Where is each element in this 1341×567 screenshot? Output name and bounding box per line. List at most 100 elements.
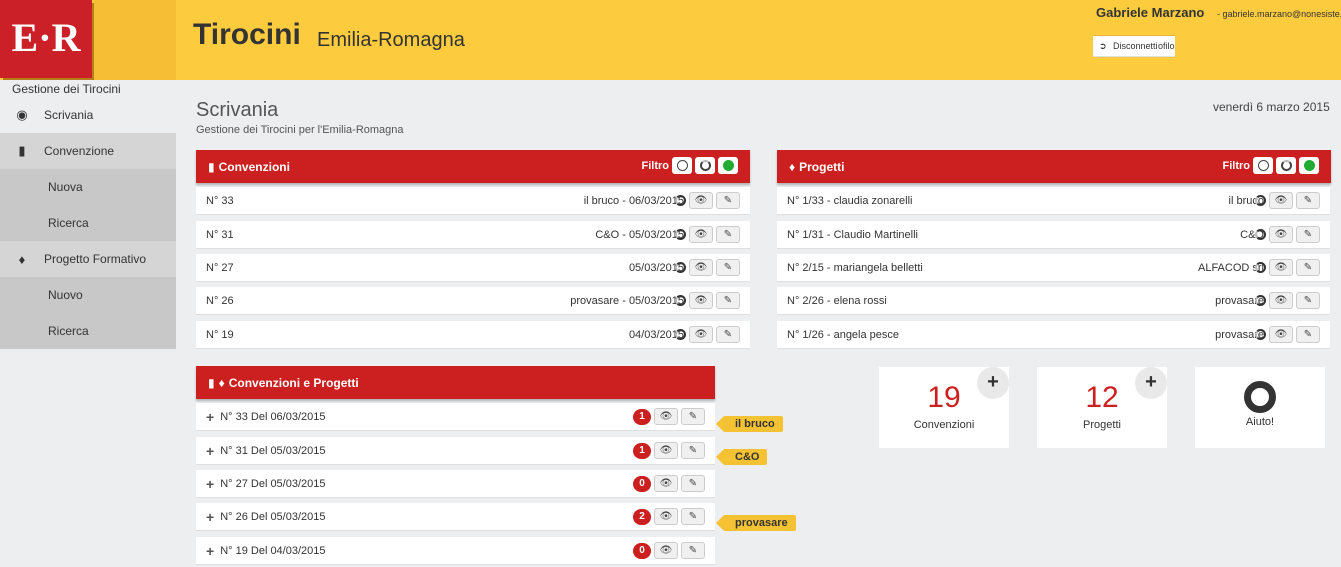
view-button[interactable]: 👁	[689, 292, 713, 309]
view-button[interactable]: 👁	[689, 226, 713, 243]
sidebar-item-scrivania[interactable]: ◉ Scrivania	[0, 97, 176, 133]
view-button[interactable]: 👁	[654, 542, 678, 559]
view-button[interactable]: 👁	[654, 408, 678, 425]
help-tile[interactable]: Aiuto!	[1195, 367, 1325, 448]
filter-clock-button[interactable]	[1253, 157, 1273, 174]
app-title: Tirocini	[193, 18, 301, 51]
sidebar-item-convenzione-nuova[interactable]: Nuova	[0, 169, 176, 205]
progress-icon	[699, 160, 711, 171]
convenzione-row: N° 33 il bruco - 06/03/2015 👁 ✎	[196, 187, 750, 215]
panel-title: Progetti	[799, 159, 845, 174]
sidebar-item-progetto-formativo[interactable]: ♦ Progetto Formativo	[0, 241, 176, 277]
sidebar-item-progetto-nuovo[interactable]: Nuovo	[0, 277, 176, 313]
view-button[interactable]: 👁	[1269, 326, 1293, 343]
status-ring-icon	[1255, 195, 1266, 206]
filter-active-button[interactable]	[718, 157, 738, 174]
filter-label: Filtro	[1222, 159, 1251, 172]
sidebar-title: Gestione dei Tirocini	[12, 82, 121, 96]
convenzione-row: N° 31 C&O - 05/03/2015 👁 ✎	[196, 221, 750, 249]
sidebar-item-label: Progetto Formativo	[44, 252, 147, 266]
view-button[interactable]: 👁	[1269, 259, 1293, 276]
filter-active-button[interactable]	[1299, 157, 1319, 174]
edit-button[interactable]: ✎	[1296, 292, 1320, 309]
edit-button[interactable]: ✎	[716, 259, 740, 276]
page-subtitle: Gestione dei Tirocini per l'Emilia-Romag…	[196, 124, 404, 136]
conv-prog-row[interactable]: + N° 33 Del 06/03/2015 1 👁 ✎	[196, 403, 715, 431]
convenzioni-tile[interactable]: 19 Convenzioni +	[879, 367, 1009, 448]
conv-prog-row[interactable]: + N° 26 Del 05/03/2015 2 👁 ✎	[196, 503, 715, 531]
status-ring-icon	[1255, 295, 1266, 306]
expand-plus-icon[interactable]: +	[206, 509, 214, 525]
progetto-row: N° 2/26 - elena rossi provasare 👁 ✎	[777, 287, 1330, 315]
progetto-number: N° 1/26 - angela pesce	[787, 328, 900, 341]
edit-button[interactable]: ✎	[1296, 259, 1320, 276]
add-progetto-button[interactable]: +	[1135, 367, 1167, 399]
expand-plus-icon[interactable]: +	[206, 443, 214, 459]
page-title: Scrivania	[196, 99, 279, 121]
conv-prog-row[interactable]: + N° 19 Del 04/03/2015 0 👁 ✎	[196, 537, 715, 565]
conv-prog-row[interactable]: + N° 27 Del 05/03/2015 0 👁 ✎	[196, 470, 715, 498]
edit-button[interactable]: ✎	[1296, 326, 1320, 343]
cubes-icon: ♦	[18, 251, 26, 267]
edit-button[interactable]: ✎	[716, 326, 740, 343]
sidebar-item-progetto-ricerca[interactable]: Ricerca	[0, 313, 176, 349]
count-badge: 0	[633, 542, 651, 559]
sidebar-item-convenzione[interactable]: ▮ Convenzione	[0, 133, 176, 169]
sidebar-item-label: Ricerca	[48, 324, 89, 338]
status-ring-icon	[1255, 229, 1266, 240]
progetto-row: N° 1/33 - claudia zonarelli il bruco 👁 ✎	[777, 187, 1330, 215]
edit-button[interactable]: ✎	[716, 192, 740, 209]
progetti-tile[interactable]: 12 Progetti +	[1037, 367, 1167, 448]
view-button[interactable]: 👁	[1269, 226, 1293, 243]
conv-prog-label: N° 19 Del 04/03/2015	[220, 544, 326, 557]
count-badge: 1	[633, 408, 651, 425]
edit-button[interactable]: ✎	[1296, 192, 1320, 209]
logout-link[interactable]: ➲ Disconnetti	[1093, 35, 1158, 57]
view-button[interactable]: 👁	[654, 442, 678, 459]
progetti-filter: Filtro	[1222, 157, 1319, 174]
count-badge: 0	[633, 475, 651, 492]
er-logo[interactable]: E·R	[0, 0, 92, 78]
convenzione-row: N° 27 05/03/2015 👁 ✎	[196, 254, 750, 282]
add-convenzione-button[interactable]: +	[977, 367, 1009, 399]
expand-plus-icon[interactable]: +	[206, 543, 214, 559]
sidebar-item-label: Scrivania	[44, 108, 94, 122]
edit-button[interactable]: ✎	[1296, 226, 1320, 243]
sidebar-item-label: Ricerca	[48, 216, 89, 230]
filter-progress-button[interactable]	[1276, 157, 1296, 174]
sidebar-item-label: Nuovo	[48, 288, 83, 302]
edit-button[interactable]: ✎	[716, 292, 740, 309]
convenzioni-panel-header: ▮ Convenzioni Filtro	[196, 150, 750, 183]
company-tag: C&O	[715, 449, 768, 465]
edit-button[interactable]: ✎	[681, 442, 705, 459]
conv-prog-label: N° 31 Del 05/03/2015	[220, 444, 326, 457]
edit-button[interactable]: ✎	[681, 508, 705, 525]
status-ring-icon	[675, 329, 686, 340]
sidebar-item-label: Convenzione	[44, 144, 115, 158]
logo-side-strip	[94, 0, 176, 80]
cubes-icon: ♦	[789, 159, 796, 174]
expand-plus-icon[interactable]: +	[206, 409, 214, 425]
progetto-number: N° 2/26 - elena rossi	[787, 294, 887, 307]
convenzione-row: N° 26 provasare - 05/03/2015 👁 ✎	[196, 287, 750, 315]
view-button[interactable]: 👁	[689, 326, 713, 343]
convenzione-number: N° 31	[206, 228, 234, 241]
view-button[interactable]: 👁	[654, 475, 678, 492]
view-button[interactable]: 👁	[689, 259, 713, 276]
progetti-panel-header: ♦ Progetti Filtro	[777, 150, 1331, 183]
view-button[interactable]: 👁	[1269, 292, 1293, 309]
conv-prog-panel-header: ▮ ♦ Convenzioni e Progetti	[196, 366, 715, 399]
conv-prog-row[interactable]: + N° 31 Del 05/03/2015 1 👁 ✎	[196, 437, 715, 465]
edit-button[interactable]: ✎	[681, 475, 705, 492]
edit-button[interactable]: ✎	[681, 408, 705, 425]
count-badge: 1	[633, 442, 651, 459]
edit-button[interactable]: ✎	[716, 226, 740, 243]
filter-clock-button[interactable]	[672, 157, 692, 174]
filter-progress-button[interactable]	[695, 157, 715, 174]
view-button[interactable]: 👁	[689, 192, 713, 209]
view-button[interactable]: 👁	[654, 508, 678, 525]
view-button[interactable]: 👁	[1269, 192, 1293, 209]
sidebar-item-convenzione-ricerca[interactable]: Ricerca	[0, 205, 176, 241]
edit-button[interactable]: ✎	[681, 542, 705, 559]
expand-plus-icon[interactable]: +	[206, 476, 214, 492]
